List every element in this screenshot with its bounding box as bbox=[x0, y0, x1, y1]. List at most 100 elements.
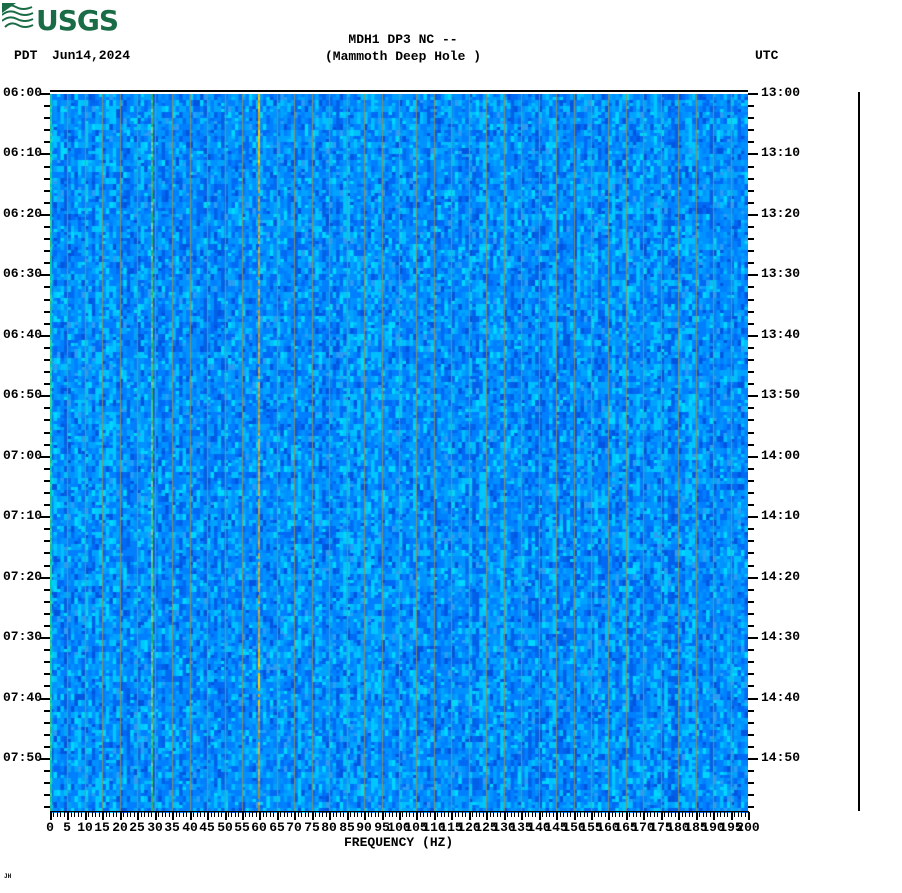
freq-tick bbox=[626, 812, 628, 820]
freq-tick bbox=[214, 812, 215, 817]
freq-tick bbox=[291, 812, 292, 817]
freq-tick bbox=[476, 812, 477, 817]
freq-tick bbox=[204, 812, 205, 817]
freq-tick bbox=[340, 812, 341, 817]
freq-tick bbox=[650, 812, 651, 817]
chart-title: MDH1 DP3 NC -- bbox=[348, 32, 458, 47]
time-label-right: 14:00 bbox=[761, 448, 801, 463]
freq-tick bbox=[343, 812, 344, 817]
time-tick-right bbox=[748, 468, 754, 470]
freq-tick bbox=[197, 812, 198, 817]
spectrogram-canvas[interactable] bbox=[50, 94, 748, 813]
time-tick-right bbox=[748, 758, 758, 760]
time-tick-left bbox=[44, 528, 50, 530]
freq-tick bbox=[556, 812, 558, 820]
freq-tick bbox=[106, 812, 107, 817]
usgs-wave-icon bbox=[1, 2, 34, 34]
freq-tick bbox=[493, 812, 494, 817]
freq-tick bbox=[444, 812, 445, 817]
freq-tick bbox=[116, 812, 117, 817]
freq-tick bbox=[724, 812, 725, 817]
freq-tick bbox=[186, 812, 187, 817]
freq-tick bbox=[298, 812, 299, 817]
freq-tick bbox=[176, 812, 177, 817]
freq-tick bbox=[350, 812, 351, 817]
time-tick-right bbox=[748, 166, 754, 168]
time-tick-right bbox=[748, 359, 754, 361]
time-tick-right bbox=[748, 492, 754, 494]
freq-tick bbox=[53, 812, 54, 817]
freq-tick bbox=[535, 812, 536, 817]
time-label-left: 06:50 bbox=[2, 387, 42, 402]
freq-tick bbox=[703, 812, 704, 817]
freq-tick bbox=[183, 812, 184, 817]
freq-tick bbox=[333, 812, 334, 817]
time-tick-right bbox=[748, 685, 754, 687]
time-tick-left bbox=[44, 601, 50, 603]
time-tick-left bbox=[44, 250, 50, 252]
freq-tick bbox=[326, 812, 327, 817]
freq-tick bbox=[364, 812, 366, 820]
time-tick-left bbox=[44, 178, 50, 180]
freq-tick bbox=[64, 812, 65, 817]
time-tick-left bbox=[44, 685, 50, 687]
time-tick-left bbox=[44, 722, 50, 724]
time-tick-left bbox=[44, 141, 50, 143]
freq-tick bbox=[553, 812, 554, 817]
freq-tick bbox=[717, 812, 718, 817]
time-tick-left bbox=[44, 238, 50, 240]
time-tick-left bbox=[44, 468, 50, 470]
time-tick-right bbox=[748, 589, 754, 591]
time-label-right: 13:30 bbox=[761, 266, 801, 281]
time-tick-left bbox=[44, 782, 50, 784]
freq-tick bbox=[427, 812, 428, 817]
usgs-logo-text: USGS bbox=[36, 4, 119, 37]
freq-tick bbox=[378, 812, 379, 817]
freq-tick bbox=[74, 812, 75, 817]
freq-tick bbox=[315, 812, 316, 817]
time-tick-right bbox=[748, 673, 754, 675]
freq-tick bbox=[560, 812, 561, 817]
freq-tick bbox=[479, 812, 480, 817]
freq-tick bbox=[329, 812, 331, 820]
time-tick-right bbox=[748, 105, 754, 107]
time-tick-right bbox=[748, 456, 758, 458]
freq-tick bbox=[486, 812, 488, 820]
freq-tick bbox=[731, 812, 733, 820]
time-label-right: 14:30 bbox=[761, 629, 801, 644]
time-label-left: 07:10 bbox=[2, 508, 42, 523]
freq-tick bbox=[392, 812, 393, 817]
time-tick-left bbox=[44, 166, 50, 168]
freq-tick bbox=[308, 812, 309, 817]
time-tick-right bbox=[748, 637, 758, 639]
freq-tick bbox=[179, 812, 180, 817]
freq-tick bbox=[245, 812, 246, 817]
freq-tick bbox=[155, 812, 157, 820]
time-tick-left bbox=[44, 299, 50, 301]
freq-tick bbox=[221, 812, 222, 817]
freq-tick bbox=[85, 812, 87, 820]
time-tick-right bbox=[748, 395, 758, 397]
time-tick-left bbox=[44, 589, 50, 591]
time-tick-left bbox=[44, 226, 50, 228]
freq-tick bbox=[402, 812, 403, 817]
freq-tick bbox=[375, 812, 376, 817]
freq-tick bbox=[294, 812, 296, 820]
time-label-right: 13:40 bbox=[761, 327, 801, 342]
time-tick-left bbox=[44, 105, 50, 107]
freq-tick bbox=[158, 812, 159, 817]
freq-tick bbox=[78, 812, 79, 817]
freq-tick bbox=[437, 812, 438, 817]
freq-tick bbox=[472, 812, 473, 817]
freq-tick bbox=[532, 812, 533, 817]
time-label-right: 13:20 bbox=[761, 206, 801, 221]
freq-tick bbox=[57, 812, 58, 817]
time-tick-left bbox=[44, 407, 50, 409]
time-tick-right bbox=[748, 528, 754, 530]
freq-tick bbox=[235, 812, 236, 817]
freq-tick bbox=[738, 812, 739, 817]
freq-tick bbox=[172, 812, 174, 820]
time-label-right: 14:10 bbox=[761, 508, 801, 523]
freq-tick bbox=[319, 812, 320, 817]
freq-tick bbox=[242, 812, 244, 820]
